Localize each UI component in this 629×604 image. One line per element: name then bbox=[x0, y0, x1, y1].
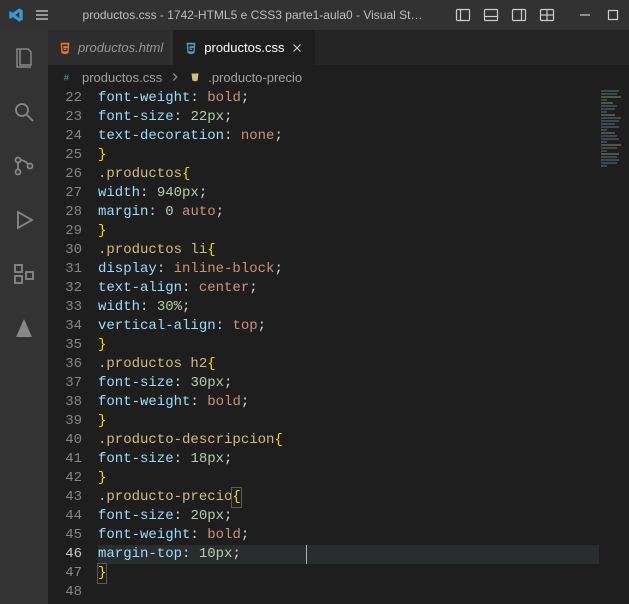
code-line[interactable]: } bbox=[98, 146, 629, 165]
explorer-icon[interactable] bbox=[0, 38, 48, 78]
line-number: 24 bbox=[48, 127, 82, 146]
code-line[interactable]: vertical-align: top; bbox=[98, 317, 629, 336]
line-number-gutter: 2223242526272829303132333435363738394041… bbox=[48, 89, 98, 604]
code-line[interactable]: font-size: 22px; bbox=[98, 108, 629, 127]
layout-bottom-icon[interactable] bbox=[483, 7, 499, 23]
window-title: productos.css - 1742-HTML5 e CSS3 parte1… bbox=[50, 8, 455, 22]
line-number: 23 bbox=[48, 108, 82, 127]
line-number: 29 bbox=[48, 222, 82, 241]
code-line[interactable]: font-weight: bold; bbox=[98, 526, 629, 545]
line-number: 47 bbox=[48, 564, 82, 583]
line-number: 30 bbox=[48, 241, 82, 260]
code-line[interactable]: text-align: center; bbox=[98, 279, 629, 298]
line-number: 40 bbox=[48, 431, 82, 450]
line-number: 28 bbox=[48, 203, 82, 222]
css-file-icon: # bbox=[62, 70, 76, 84]
title-bar: productos.css - 1742-HTML5 e CSS3 parte1… bbox=[0, 0, 629, 30]
line-number: 32 bbox=[48, 279, 82, 298]
line-number: 43 bbox=[48, 488, 82, 507]
line-number: 39 bbox=[48, 412, 82, 431]
breadcrumb-symbol: .producto-precio bbox=[208, 70, 302, 85]
tab-label: productos.css bbox=[204, 40, 284, 55]
line-number: 46 bbox=[48, 545, 82, 564]
title-bar-left bbox=[8, 7, 50, 23]
css-file-icon bbox=[184, 41, 198, 55]
html-file-icon bbox=[58, 41, 72, 55]
minimap[interactable] bbox=[599, 89, 629, 604]
minimize-icon[interactable] bbox=[577, 7, 593, 23]
maximize-icon[interactable] bbox=[605, 7, 621, 23]
main-area: productos.html productos.css # productos… bbox=[0, 30, 629, 604]
chevron-right-icon bbox=[168, 70, 182, 84]
layout-grid-icon[interactable] bbox=[539, 7, 555, 23]
line-number: 34 bbox=[48, 317, 82, 336]
css-rule-icon bbox=[188, 70, 202, 84]
close-icon[interactable] bbox=[290, 41, 304, 55]
line-number: 38 bbox=[48, 393, 82, 412]
code-line[interactable]: } bbox=[98, 222, 629, 241]
azure-icon[interactable] bbox=[0, 308, 48, 348]
text-cursor bbox=[306, 545, 307, 564]
code-line[interactable]: } bbox=[98, 412, 629, 431]
line-number: 31 bbox=[48, 260, 82, 279]
code-line[interactable]: } bbox=[98, 564, 629, 583]
layout-left-icon[interactable] bbox=[455, 7, 471, 23]
line-number: 36 bbox=[48, 355, 82, 374]
code-line[interactable]: width: 940px; bbox=[98, 184, 629, 203]
code-line[interactable]: } bbox=[98, 469, 629, 488]
code-line[interactable]: .producto-descripcion{ bbox=[98, 431, 629, 450]
code-content[interactable]: font-weight: bold; font-size: 22px; text… bbox=[98, 89, 629, 604]
line-number: 25 bbox=[48, 146, 82, 165]
line-number: 33 bbox=[48, 298, 82, 317]
code-line[interactable]: font-size: 20px; bbox=[98, 507, 629, 526]
tab-label: productos.html bbox=[78, 40, 163, 55]
code-line[interactable]: .productos li{ bbox=[98, 241, 629, 260]
code-line[interactable] bbox=[98, 583, 629, 602]
code-line[interactable]: font-weight: bold; bbox=[98, 393, 629, 412]
code-editor[interactable]: 2223242526272829303132333435363738394041… bbox=[48, 89, 629, 604]
svg-text:#: # bbox=[64, 73, 70, 84]
line-number: 37 bbox=[48, 374, 82, 393]
layout-right-icon[interactable] bbox=[511, 7, 527, 23]
breadcrumb[interactable]: # productos.css .producto-precio bbox=[48, 65, 629, 89]
line-number: 35 bbox=[48, 336, 82, 355]
code-line[interactable]: font-size: 18px; bbox=[98, 450, 629, 469]
code-line[interactable]: font-weight: bold; bbox=[98, 89, 629, 108]
source-control-icon[interactable] bbox=[0, 146, 48, 186]
code-line[interactable]: .productos h2{ bbox=[98, 355, 629, 374]
line-number: 27 bbox=[48, 184, 82, 203]
extensions-icon[interactable] bbox=[0, 254, 48, 294]
code-line[interactable]: .productos{ bbox=[98, 165, 629, 184]
line-number: 22 bbox=[48, 89, 82, 108]
code-line[interactable]: display: inline-block; bbox=[98, 260, 629, 279]
menu-icon[interactable] bbox=[34, 7, 50, 23]
code-line[interactable]: width: 30%; bbox=[98, 298, 629, 317]
tab-productos-css[interactable]: productos.css bbox=[174, 30, 315, 65]
line-number: 41 bbox=[48, 450, 82, 469]
line-number: 45 bbox=[48, 526, 82, 545]
breadcrumb-file: productos.css bbox=[82, 70, 162, 85]
tab-productos-html[interactable]: productos.html bbox=[48, 30, 174, 65]
line-number: 44 bbox=[48, 507, 82, 526]
code-line[interactable]: } bbox=[98, 336, 629, 355]
code-line[interactable]: margin: 0 auto; bbox=[98, 203, 629, 222]
vscode-logo-icon bbox=[8, 7, 24, 23]
line-number: 48 bbox=[48, 583, 82, 602]
search-icon[interactable] bbox=[0, 92, 48, 132]
title-bar-right bbox=[455, 7, 621, 23]
editor-group: productos.html productos.css # productos… bbox=[48, 30, 629, 604]
code-line[interactable]: font-size: 30px; bbox=[98, 374, 629, 393]
code-line[interactable]: margin-top: 10px; bbox=[98, 545, 629, 564]
line-number: 26 bbox=[48, 165, 82, 184]
code-line[interactable]: .producto-precio{ bbox=[98, 488, 629, 507]
line-number: 42 bbox=[48, 469, 82, 488]
code-line[interactable]: text-decoration: none; bbox=[98, 127, 629, 146]
run-debug-icon[interactable] bbox=[0, 200, 48, 240]
activity-bar bbox=[0, 30, 48, 604]
tab-bar: productos.html productos.css bbox=[48, 30, 629, 65]
